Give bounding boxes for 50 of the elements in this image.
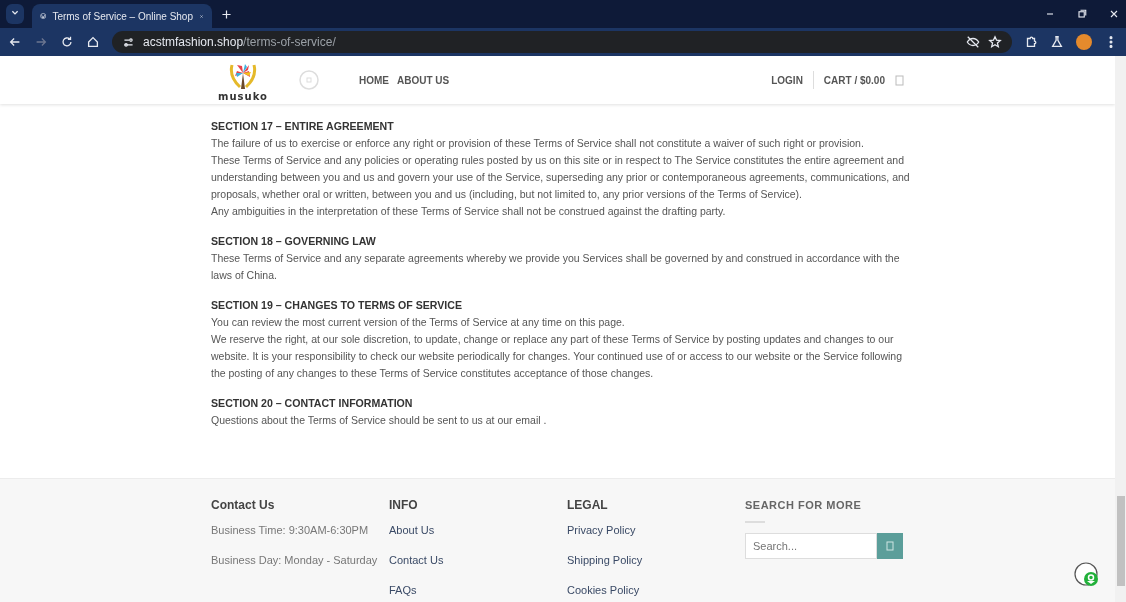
section-heading: SECTION 18 – GOVERNING LAW <box>211 234 377 249</box>
section-paragraph: Any ambiguities in the interpretation of these Terms of Service shall not be construed against the drafting party. <box>211 204 727 219</box>
section-heading: SECTION 17 – ENTIRE AGREEMENT <box>211 119 395 134</box>
footer-link[interactable]: Contact Us <box>389 553 567 567</box>
scrollbar[interactable] <box>1115 56 1126 602</box>
profile-avatar[interactable] <box>1076 34 1092 50</box>
footer-link[interactable]: Cookies Policy <box>567 583 745 597</box>
chat-icon[interactable] <box>1074 562 1100 588</box>
reload-icon[interactable] <box>60 35 74 49</box>
footer-heading: LEGAL <box>567 497 609 513</box>
footer-link[interactable]: FAQs <box>389 583 567 597</box>
search-icon <box>886 541 894 551</box>
section-paragraph: Questions about the Terms of Service should be sent to us at our email . <box>211 413 548 428</box>
nav-link[interactable]: ABOUT US <box>397 74 450 86</box>
browser-tab[interactable]: Terms of Service – Online Shop <box>32 4 212 28</box>
star-icon[interactable] <box>988 35 1002 49</box>
back-icon[interactable] <box>8 35 22 49</box>
login-link[interactable]: LOGIN <box>771 74 803 86</box>
forward-icon[interactable] <box>34 35 48 49</box>
flask-icon[interactable] <box>1050 35 1064 49</box>
cart-link[interactable]: CART / $0.00 <box>823 74 885 86</box>
section-paragraph: We reserve the right, at our sole discretion, to update, change or replace any part of these Terms of Service by posting updates and changes to our website. It is your responsibility to check our website periodically for changes. Your continued use of or access to our website or the Service following the posting of any changes to these Terms of Service constitutes acceptance of those changes. <box>211 332 904 381</box>
search-field[interactable]: Search... <box>745 533 877 559</box>
section-heading: SECTION 19 – CHANGES TO TERMS OF SERVICE <box>211 298 463 313</box>
address-bar[interactable]: acstmfashion.shop/terms-of-service/ <box>112 31 1012 53</box>
eye-off-icon[interactable] <box>966 35 980 49</box>
close-icon[interactable] <box>1108 8 1120 20</box>
section-heading: SECTION 20 – CONTACT INFORMATION <box>211 396 414 411</box>
section-paragraph: These Terms of Service and any policies or operating rules posted by us on this site or in respect to The Service constitutes the entire agreement and understanding between you and us and govern your use of the Service, superseding any prior or contemporaneous agreements, communications, and proposals, whether oral or written, between you and us (including, but not limited to, any prior versions of the Terms of Service). <box>211 153 911 202</box>
tab-title: Terms of Service – Online Shop <box>52 10 193 22</box>
nav-link[interactable]: HOME <box>359 74 389 86</box>
footer-heading: Contact Us <box>211 497 276 513</box>
circle-icon <box>299 70 319 90</box>
footer-text: Business Day: Monday - Saturday <box>211 553 379 567</box>
footer-link[interactable]: About Us <box>389 523 567 537</box>
new-tab-icon[interactable] <box>220 7 233 21</box>
footer-heading: SEARCH FOR MORE <box>745 498 863 513</box>
site-settings-icon[interactable] <box>122 35 135 49</box>
url-text: acstmfashion.shop/terms-of-service/ <box>143 35 336 49</box>
restore-icon[interactable] <box>1076 8 1088 20</box>
footer-text: Business Time: 9:30AM-6:30PM <box>211 523 370 537</box>
footer-heading: INFO <box>389 497 419 513</box>
extensions-icon[interactable] <box>1024 35 1038 49</box>
home-icon[interactable] <box>86 35 100 49</box>
section-paragraph: These Terms of Service and any separate agreements whereby we provide you Services shall be governed by and construed in accordance with the laws of China. <box>211 251 901 283</box>
logo-text: musuko <box>218 90 268 102</box>
section-paragraph: The failure of us to exercise or enforce any right or provision of these Terms of Service shall not constitute a waiver of such right or provision. <box>211 136 865 151</box>
section-paragraph: You can review the most current version of the Terms of Service at any time on this page. <box>211 315 626 330</box>
footer-link[interactable]: Shipping Policy <box>567 553 745 567</box>
footer-link[interactable]: Privacy Policy <box>567 523 745 537</box>
